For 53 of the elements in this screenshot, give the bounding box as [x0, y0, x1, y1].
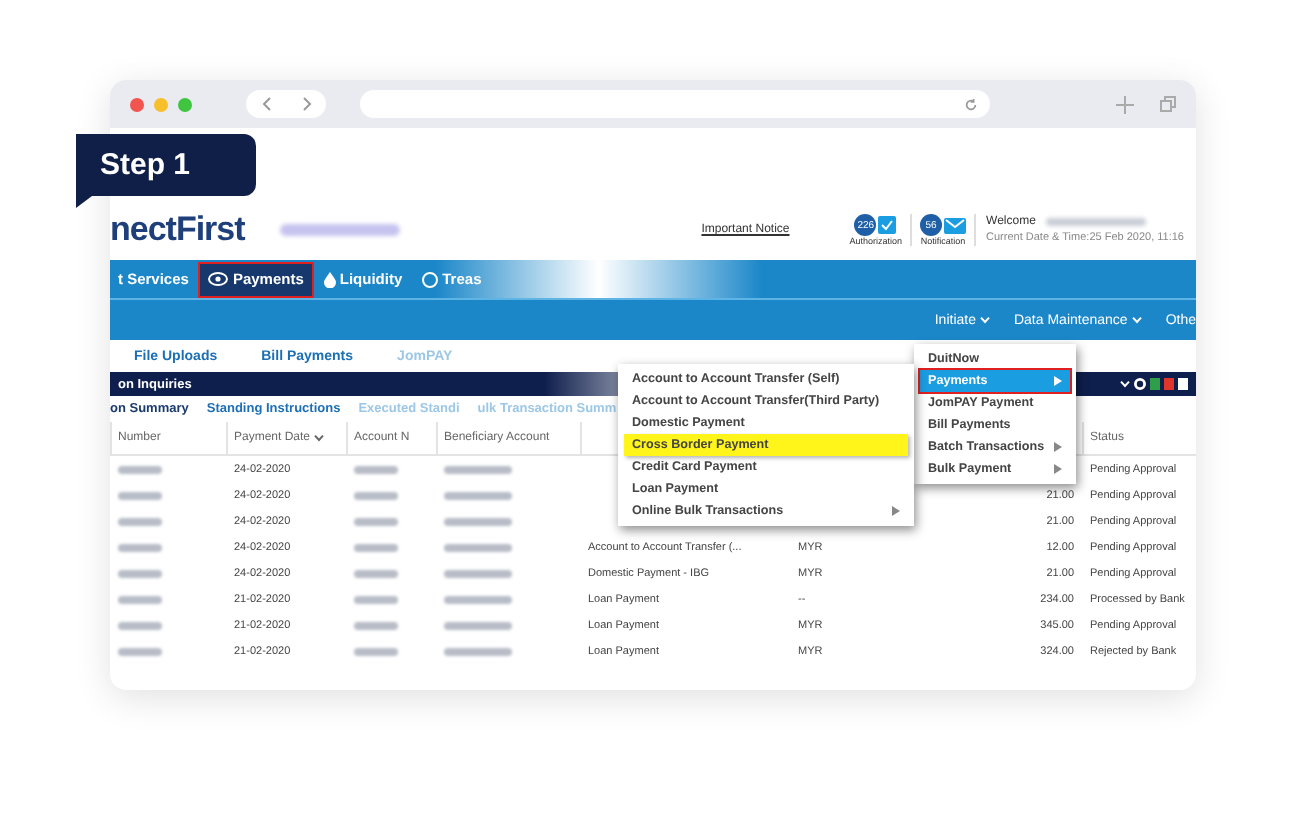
coin-icon	[422, 271, 439, 287]
caret-icon	[979, 316, 990, 324]
envelope-icon[interactable]	[944, 217, 967, 233]
caret-icon	[1131, 316, 1142, 324]
submenu-arrow-icon	[1054, 442, 1062, 452]
blurred-cell	[354, 647, 398, 655]
submenu-arrow-icon	[892, 506, 900, 516]
copy-icon[interactable]	[1160, 96, 1176, 112]
blurred-cell	[444, 491, 512, 499]
step-badge: Step 1	[76, 134, 256, 196]
gear-icon[interactable]	[1134, 378, 1146, 390]
logo: nectFirst	[110, 210, 245, 250]
blurred-cell	[354, 569, 398, 577]
blurred-text	[280, 224, 401, 236]
blurred-cell	[444, 517, 512, 525]
blurred-cell	[444, 621, 512, 629]
blurred-text	[1045, 218, 1146, 226]
reload-icon[interactable]	[964, 97, 978, 111]
blurred-cell	[444, 569, 512, 577]
blurred-cell	[354, 517, 398, 525]
blurred-cell	[354, 491, 398, 499]
blurred-cell	[118, 595, 162, 603]
minimize-dot-icon[interactable]	[154, 97, 168, 111]
blurred-cell	[444, 543, 512, 551]
blurred-cell	[444, 465, 512, 473]
caret-icon	[1120, 380, 1130, 388]
file-icon[interactable]	[1178, 378, 1188, 390]
blurred-cell	[354, 595, 398, 603]
forward-icon[interactable]	[301, 96, 311, 112]
caret-icon	[314, 434, 325, 442]
submenu-arrow-icon	[1054, 464, 1062, 474]
back-icon[interactable]	[261, 96, 271, 112]
plus-icon[interactable]	[1116, 95, 1134, 113]
blurred-cell	[118, 647, 162, 655]
blurred-cell	[118, 517, 162, 525]
blurred-cell	[444, 647, 512, 655]
excel-file-icon[interactable]	[1150, 378, 1160, 390]
badge-tail-icon	[76, 196, 92, 208]
blurred-cell	[444, 595, 512, 603]
close-dot-icon[interactable]	[130, 97, 144, 111]
blurred-cell	[118, 465, 162, 473]
pdf-file-icon[interactable]	[1164, 378, 1174, 390]
blurred-cell	[354, 621, 398, 629]
blurred-cell	[354, 543, 398, 551]
maximize-dot-icon[interactable]	[178, 97, 192, 111]
blurred-cell	[118, 621, 162, 629]
blurred-cell	[118, 569, 162, 577]
blurred-cell	[118, 543, 162, 551]
checkbox-icon[interactable]	[878, 216, 897, 234]
blurred-cell	[118, 491, 162, 499]
submenu-arrow-icon	[1054, 376, 1062, 386]
water-drop-icon	[323, 271, 336, 287]
blurred-cell	[354, 465, 398, 473]
